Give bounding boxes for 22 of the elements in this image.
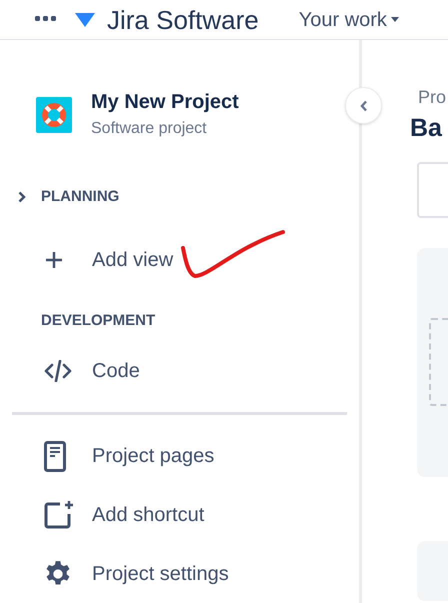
product-name: Jira Software [107,6,259,32]
project-name: My New Project [91,90,239,115]
add-shortcut-icon [44,501,74,529]
code-icon [44,360,72,382]
breadcrumb[interactable]: Pro [418,84,448,111]
caret-icon [390,16,399,22]
project-type: Software project [91,119,208,139]
plus-icon [44,250,64,270]
sidebar-item[interactable]: Add view [92,244,174,274]
page-title: Ba [410,113,442,144]
your-work-menu[interactable]: Your work [298,4,399,34]
logo-icon [75,12,95,26]
chevron-right-icon[interactable] [18,191,26,203]
section-heading: DEVELOPMENT [41,310,156,331]
sidebar-item[interactable]: Code [92,356,140,386]
sidebar-item[interactable]: Add shortcut [92,500,204,530]
document-icon [44,440,66,472]
sidebar-item[interactable]: Project settings [92,558,229,589]
section-heading: PLANNING [41,186,120,207]
project-avatar-icon [36,96,72,132]
chevron-left-icon [360,100,368,112]
sidebar-item[interactable]: Project pages [92,441,214,472]
